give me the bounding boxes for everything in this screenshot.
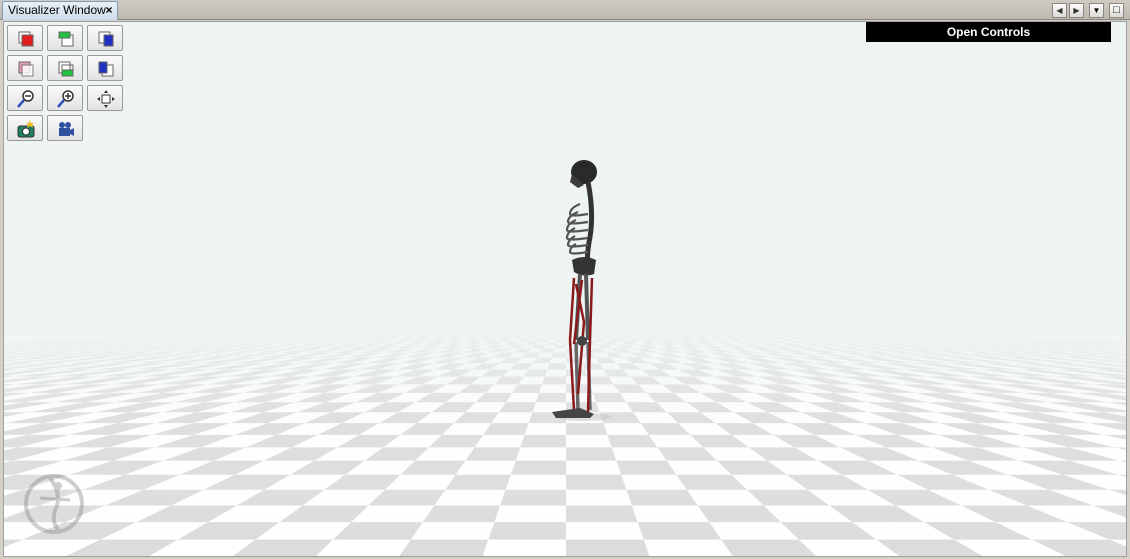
view-top-button[interactable] — [47, 25, 83, 51]
fit-view-icon — [97, 90, 115, 108]
tab-title: Visualizer Window — [8, 3, 106, 17]
scene — [4, 160, 1126, 556]
zoom-out-icon — [17, 90, 34, 108]
open-controls-button[interactable]: Open Controls — [866, 22, 1111, 42]
view-bottom-button[interactable] — [47, 55, 83, 81]
zoom-in-icon — [57, 90, 74, 108]
snapshot-icon — [17, 120, 35, 138]
view-right-button[interactable] — [87, 25, 123, 51]
3d-viewport[interactable]: Open Controls — [3, 21, 1127, 557]
close-icon[interactable]: × — [104, 2, 114, 19]
view-back-button[interactable] — [7, 55, 43, 81]
view-left-button[interactable] — [87, 55, 123, 81]
title-bar: Visualizer Window × ◀ ▶ ▼ □ — [0, 0, 1130, 20]
view-front-button[interactable] — [7, 25, 43, 51]
view-front-icon — [18, 31, 34, 47]
view-back-icon — [18, 61, 34, 77]
zoom-out-button[interactable] — [7, 85, 43, 111]
view-left-icon — [98, 61, 114, 77]
snapshot-button[interactable] — [7, 115, 43, 141]
dropdown-button[interactable]: ▼ — [1089, 3, 1104, 18]
record-movie-icon — [59, 122, 74, 136]
view-bottom-icon — [58, 61, 74, 77]
fit-view-button[interactable] — [87, 85, 123, 111]
scroll-right-button[interactable]: ▶ — [1069, 3, 1084, 18]
record-movie-button[interactable] — [47, 115, 83, 141]
view-right-icon — [98, 31, 114, 47]
scroll-left-button[interactable]: ◀ — [1052, 3, 1067, 18]
zoom-in-button[interactable] — [47, 85, 83, 111]
tab-visualizer-window[interactable]: Visualizer Window × — [2, 1, 118, 20]
maximize-button[interactable]: □ — [1109, 3, 1124, 18]
view-top-icon — [58, 31, 74, 47]
